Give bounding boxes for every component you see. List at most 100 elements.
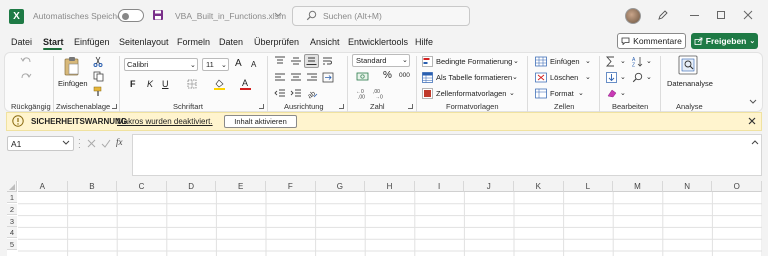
maximize-icon[interactable] [717,11,725,19]
find-select-icon[interactable] [632,72,643,83]
dialog-launcher-icon[interactable] [112,104,117,109]
collapse-ribbon-icon[interactable] [749,99,757,105]
column-header[interactable]: N [662,181,713,192]
italic-button[interactable]: K [147,79,153,89]
paste-icon[interactable] [63,56,81,76]
insert-cells-label[interactable]: Einfügen [550,57,580,66]
row-header[interactable]: 1 [7,192,17,203]
expand-formula-icon[interactable] [751,139,759,145]
tab-datei[interactable]: Datei [11,37,32,47]
align-left-icon[interactable] [274,73,286,83]
tab-ueberpruefen[interactable]: Überprüfen [254,37,299,47]
formula-input[interactable] [132,134,762,176]
column-header[interactable]: I [414,181,465,192]
data-analysis-label[interactable]: Datenanalyse [667,79,713,88]
merge-cells-icon[interactable] [322,72,334,83]
format-as-table-label[interactable]: Als Tabelle formatieren [436,73,512,82]
tab-daten[interactable]: Daten [219,37,243,47]
conditional-format-label[interactable]: Bedingte Formatierung [436,57,512,66]
column-header[interactable]: L [563,181,614,192]
format-cells-icon[interactable] [535,88,547,99]
row-header[interactable]: 4 [7,227,17,239]
row-header[interactable]: 3 [7,215,17,227]
fill-down-icon[interactable] [606,72,617,83]
column-header[interactable]: F [266,181,316,192]
pen-icon[interactable] [657,10,668,21]
insert-function-button[interactable]: fx [116,137,123,147]
format-cells-label[interactable]: Format [550,89,574,98]
thousands-button[interactable]: 000 [399,72,410,79]
enter-icon[interactable] [101,139,111,148]
row-header[interactable]: 2 [7,203,17,215]
column-header[interactable]: A [18,181,68,192]
minimize-icon[interactable] [690,15,699,16]
shrink-font-button[interactable]: A [251,60,256,69]
data-analysis-icon[interactable] [678,55,698,75]
underline-button[interactable]: U [162,79,169,89]
row-header[interactable]: 5 [7,239,17,251]
column-header[interactable]: E [216,181,266,192]
comments-button[interactable]: Kommentare [617,33,686,49]
align-right-icon[interactable] [306,73,318,83]
dialog-launcher-icon[interactable] [259,104,264,109]
share-button[interactable]: Freigeben ⌄ [691,33,758,49]
font-color-icon[interactable]: A [240,78,251,90]
format-painter-icon[interactable] [93,86,104,97]
undo-icon[interactable] [20,56,32,66]
column-header[interactable]: K [514,181,564,192]
cancel-icon[interactable] [87,139,96,148]
copy-icon[interactable] [93,71,105,82]
column-header[interactable]: M [613,181,663,192]
delete-cells-icon[interactable] [535,72,547,83]
align-top-icon[interactable] [274,56,286,66]
cut-icon[interactable] [93,56,103,67]
align-middle-icon[interactable] [290,56,302,66]
indent-increase-icon[interactable] [290,89,302,99]
grow-font-button[interactable]: A [235,58,242,69]
tab-einfuegen[interactable]: Einfügen [74,37,110,47]
select-all-corner[interactable] [7,181,17,192]
tab-formeln[interactable]: Formeln [177,37,210,47]
delete-cells-label[interactable]: Löschen [550,73,578,82]
paste-label[interactable]: Einfügen [58,79,88,88]
avatar[interactable] [625,8,641,24]
enable-content-button[interactable]: Inhalt aktivieren [224,115,297,128]
indent-decrease-icon[interactable] [274,89,286,99]
column-header[interactable]: C [117,181,167,192]
column-header[interactable]: H [365,181,415,192]
tab-seitenlayout[interactable]: Seitenlayout [119,37,169,47]
column-header[interactable]: O [712,181,762,192]
close-icon[interactable] [743,10,753,20]
save-icon[interactable] [152,9,164,21]
align-center-icon[interactable] [290,73,302,83]
currency-icon[interactable] [356,71,369,82]
tab-hilfe[interactable]: Hilfe [415,37,433,47]
align-bottom-icon[interactable] [304,54,319,68]
tab-start[interactable]: Start [43,37,64,47]
column-header[interactable]: J [464,181,514,192]
clear-icon[interactable] [606,88,617,99]
percent-button[interactable]: % [383,70,392,81]
insert-cells-icon[interactable] [535,56,547,67]
column-header[interactable]: G [315,181,366,192]
fill-color-icon[interactable] [214,78,225,90]
cell-styles-icon[interactable] [422,88,433,99]
security-message[interactable]: Makros wurden deaktiviert. [117,117,213,126]
autosave-toggle[interactable] [118,9,144,22]
format-as-table-icon[interactable] [422,72,433,83]
dialog-launcher-icon[interactable] [339,104,344,109]
chevron-down-icon[interactable] [62,140,70,146]
tab-ansicht[interactable]: Ansicht [310,37,340,47]
column-header[interactable]: B [67,181,118,192]
cell-styles-label[interactable]: Zellenformatvorlagen [436,89,506,98]
sort-filter-icon[interactable]: AZ [632,56,643,67]
increase-decimal-icon[interactable]: ←0,00 [356,88,368,99]
decrease-decimal-icon[interactable]: ,00 →0 [373,88,385,99]
border-icon[interactable] [187,79,197,89]
close-icon[interactable] [748,117,756,125]
orientation-icon[interactable]: ab [306,88,318,99]
redo-icon[interactable] [20,72,32,82]
column-header[interactable]: D [166,181,217,192]
wrap-text-icon[interactable] [322,56,333,67]
autosum-icon[interactable] [606,56,616,67]
